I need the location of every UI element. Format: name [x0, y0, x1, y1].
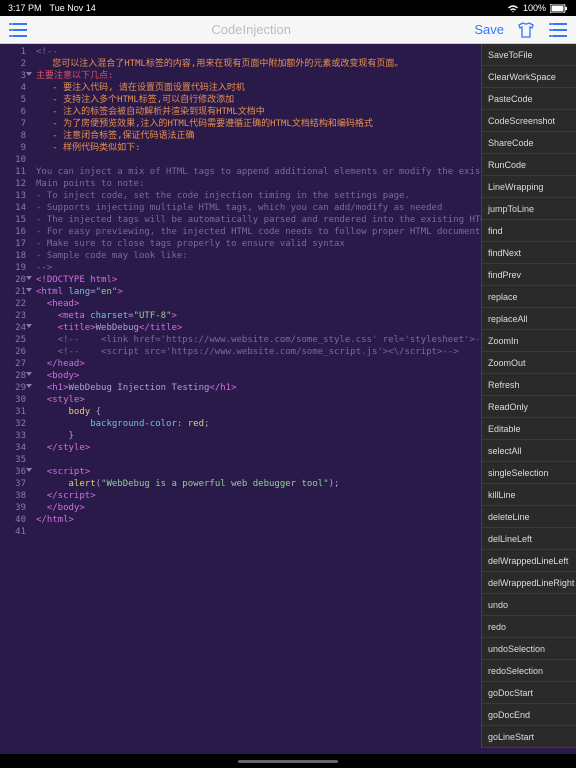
- dropdown-item-refresh[interactable]: Refresh: [482, 374, 576, 396]
- dropdown-item-selectall[interactable]: selectAll: [482, 440, 576, 462]
- status-bar: 3:17 PM Tue Nov 14 100%: [0, 0, 576, 16]
- line-number: 20: [0, 274, 26, 286]
- home-indicator: [238, 760, 338, 763]
- line-number: 12: [0, 178, 26, 190]
- line-number: 22: [0, 298, 26, 310]
- status-time: 3:17 PM: [8, 3, 42, 13]
- line-number: 17: [0, 238, 26, 250]
- dropdown-item-replace[interactable]: replace: [482, 286, 576, 308]
- line-number: 19: [0, 262, 26, 274]
- dropdown-item-dellineleft[interactable]: delLineLeft: [482, 528, 576, 550]
- status-battery: 100%: [523, 3, 546, 13]
- fold-marker-icon[interactable]: [26, 276, 32, 280]
- editor-area: 1234567891011121314151617181920212223242…: [0, 44, 576, 754]
- line-number: 13: [0, 190, 26, 202]
- line-number: 14: [0, 202, 26, 214]
- fold-marker-icon[interactable]: [26, 72, 32, 76]
- line-number: 21: [0, 286, 26, 298]
- line-number: 29: [0, 382, 26, 394]
- bottom-bar: [0, 754, 576, 768]
- line-gutter: 1234567891011121314151617181920212223242…: [0, 44, 30, 754]
- dropdown-item-codescreenshot[interactable]: CodeScreenshot: [482, 110, 576, 132]
- dropdown-item-sharecode[interactable]: ShareCode: [482, 132, 576, 154]
- dropdown-item-clearworkspace[interactable]: ClearWorkSpace: [482, 66, 576, 88]
- line-number: 1: [0, 46, 26, 58]
- dropdown-item-godocend[interactable]: goDocEnd: [482, 704, 576, 726]
- line-number: 38: [0, 490, 26, 502]
- dropdown-item-redo[interactable]: redo: [482, 616, 576, 638]
- toolbar-title: CodeInjection: [211, 22, 291, 37]
- status-date: Tue Nov 14: [50, 3, 96, 13]
- battery-icon: [550, 4, 568, 13]
- line-number: 26: [0, 346, 26, 358]
- dropdown-item-killline[interactable]: killLine: [482, 484, 576, 506]
- dropdown-item-singleselection[interactable]: singleSelection: [482, 462, 576, 484]
- dropdown-item-pastecode[interactable]: PasteCode: [482, 88, 576, 110]
- line-number: 36: [0, 466, 26, 478]
- dropdown-item-golinestart[interactable]: goLineStart: [482, 726, 576, 748]
- dropdown-item-find[interactable]: find: [482, 220, 576, 242]
- line-number: 25: [0, 334, 26, 346]
- dropdown-item-runcode[interactable]: RunCode: [482, 154, 576, 176]
- line-number: 32: [0, 418, 26, 430]
- line-number: 6: [0, 106, 26, 118]
- shirt-icon[interactable]: [516, 20, 536, 40]
- dropdown-item-redoselection[interactable]: redoSelection: [482, 660, 576, 682]
- dropdown-item-editable[interactable]: Editable: [482, 418, 576, 440]
- line-number: 3: [0, 70, 26, 82]
- dropdown-item-zoomout[interactable]: ZoomOut: [482, 352, 576, 374]
- dropdown-item-delwrappedlineleft[interactable]: delWrappedLineLeft: [482, 550, 576, 572]
- dropdown-item-savetofile[interactable]: SaveToFile: [482, 44, 576, 66]
- dropdown-item-delwrappedlineright[interactable]: delWrappedLineRight: [482, 572, 576, 594]
- line-number: 31: [0, 406, 26, 418]
- dropdown-item-jumptoline[interactable]: jumpToLine: [482, 198, 576, 220]
- line-number: 35: [0, 454, 26, 466]
- menu-list-icon[interactable]: [8, 20, 28, 40]
- line-number: 40: [0, 514, 26, 526]
- line-number: 2: [0, 58, 26, 70]
- dropdown-item-readonly[interactable]: ReadOnly: [482, 396, 576, 418]
- dropdown-item-findnext[interactable]: findNext: [482, 242, 576, 264]
- line-number: 23: [0, 310, 26, 322]
- line-number: 33: [0, 430, 26, 442]
- line-number: 16: [0, 226, 26, 238]
- line-number: 28: [0, 370, 26, 382]
- line-number: 8: [0, 130, 26, 142]
- line-number: 10: [0, 154, 26, 166]
- save-button[interactable]: Save: [474, 22, 504, 37]
- toolbar: CodeInjection Save: [0, 16, 576, 44]
- line-number: 4: [0, 82, 26, 94]
- dropdown-item-linewrapping[interactable]: LineWrapping: [482, 176, 576, 198]
- actions-dropdown: SaveToFileClearWorkSpacePasteCodeCodeScr…: [481, 44, 576, 748]
- dropdown-item-findprev[interactable]: findPrev: [482, 264, 576, 286]
- fold-marker-icon[interactable]: [26, 288, 32, 292]
- fold-marker-icon[interactable]: [26, 384, 32, 388]
- fold-marker-icon[interactable]: [26, 468, 32, 472]
- dropdown-item-replaceall[interactable]: replaceAll: [482, 308, 576, 330]
- line-number: 5: [0, 94, 26, 106]
- line-number: 34: [0, 442, 26, 454]
- fold-marker-icon[interactable]: [26, 324, 32, 328]
- line-number: 15: [0, 214, 26, 226]
- line-number: 7: [0, 118, 26, 130]
- dropdown-item-undoselection[interactable]: undoSelection: [482, 638, 576, 660]
- line-number: 39: [0, 502, 26, 514]
- dropdown-item-deleteline[interactable]: deleteLine: [482, 506, 576, 528]
- line-number: 11: [0, 166, 26, 178]
- line-number: 30: [0, 394, 26, 406]
- line-number: 37: [0, 478, 26, 490]
- line-number: 41: [0, 526, 26, 538]
- hamburger-menu-icon[interactable]: [548, 20, 568, 40]
- fold-marker-icon[interactable]: [26, 372, 32, 376]
- dropdown-item-godocstart[interactable]: goDocStart: [482, 682, 576, 704]
- line-number: 9: [0, 142, 26, 154]
- wifi-icon: [507, 4, 519, 13]
- line-number: 24: [0, 322, 26, 334]
- dropdown-item-zoomin[interactable]: ZoomIn: [482, 330, 576, 352]
- dropdown-item-undo[interactable]: undo: [482, 594, 576, 616]
- line-number: 18: [0, 250, 26, 262]
- line-number: 27: [0, 358, 26, 370]
